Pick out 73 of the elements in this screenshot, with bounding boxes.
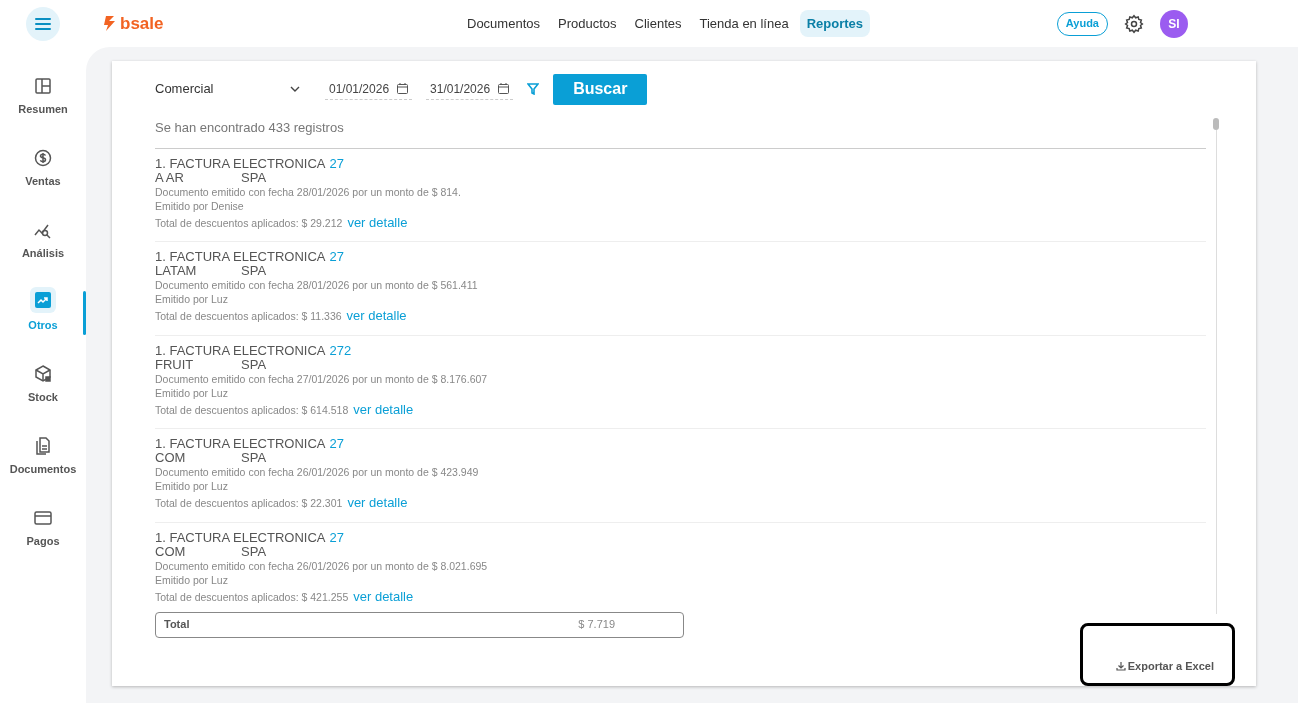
sidebar-item[interactable]: Documentos — [0, 435, 86, 479]
logo-text: bsale — [120, 12, 164, 35]
issuer-text: Emitido por Luz — [155, 385, 229, 400]
document-detail: Documento emitido con fecha 28/01/2026 por un monto de $ 561.411 — [155, 278, 479, 292]
document-number: 272 — [329, 343, 352, 358]
client-name: FRUIT — [155, 357, 195, 372]
client-name-suffix: SPA — [241, 170, 267, 185]
document-detail: Documento emitido con fecha 27/01/2026 por un monto de $ 8.176.607 — [155, 371, 489, 386]
export-button[interactable]: Exportar a Excel — [1115, 657, 1214, 674]
sidebar-item[interactable]: Pagos — [0, 507, 86, 551]
issuer-text: Emitido por Luz — [155, 292, 229, 306]
date-from-field[interactable]: 01/01/2026 — [325, 78, 413, 100]
document-title: 1. FACTURA ELECTRONICA — [155, 250, 326, 264]
calendar-icon — [498, 83, 510, 94]
user-avatar[interactable]: SI — [1160, 9, 1188, 38]
nav-link[interactable]: Tienda en línea — [692, 10, 796, 37]
issuer-text: Emitido por Luz — [155, 479, 229, 493]
sidebar-item[interactable]: Stock — [0, 363, 86, 407]
sidebar-item[interactable]: Ventas — [0, 147, 86, 191]
card-icon — [33, 508, 53, 528]
result-count: Se han encontrado 433 registros — [155, 118, 1206, 149]
box-icon — [33, 364, 53, 384]
discount-total: Total de descuentos aplicados: $ 421.255 — [155, 589, 349, 604]
client-name: COM — [155, 544, 187, 559]
chevron-down-icon — [290, 86, 300, 92]
document-number: 27 — [329, 530, 344, 545]
document-number: 27 — [329, 437, 344, 451]
sidebar-item[interactable]: Análisis — [0, 219, 86, 263]
document-title: 1. FACTURA ELECTRONICA — [155, 156, 326, 171]
scrollbar[interactable] — [1212, 118, 1220, 614]
nav-link[interactable]: Clientes — [627, 10, 689, 37]
document-title: 1. FACTURA ELECTRONICA — [155, 530, 326, 545]
document-number: 27 — [329, 250, 344, 264]
document-title: 1. FACTURA ELECTRONICA — [155, 343, 326, 358]
filter-icon[interactable] — [527, 83, 540, 95]
total-label: Total — [164, 617, 190, 632]
settings-icon[interactable] — [1124, 13, 1144, 34]
document-detail: Documento emitido con fecha 26/01/2026 por un monto de $ 423.949 — [155, 465, 480, 479]
chart-icon — [33, 290, 53, 310]
document-detail: Documento emitido con fecha 26/01/2026 por un monto de $ 8.021.695 — [155, 558, 489, 573]
client-name: COM — [155, 451, 187, 465]
docs-icon — [33, 436, 53, 456]
total-value: $ 7.719 — [578, 617, 615, 632]
client-name: LATAM — [155, 264, 198, 278]
discount-total: Total de descuentos aplicados: $ 29.212 — [155, 215, 343, 230]
layout-icon — [33, 76, 53, 96]
active-indicator — [83, 291, 86, 335]
document-detail: Documento emitido con fecha 28/01/2026 por un monto de $ 814. — [155, 184, 462, 199]
calendar-icon — [397, 83, 409, 94]
nav-link[interactable]: Documentos — [460, 10, 547, 37]
download-icon — [1115, 660, 1126, 671]
client-name: A AR — [155, 170, 185, 185]
nav-link[interactable]: Reportes — [799, 10, 870, 37]
sidebar-item[interactable]: Resumen — [0, 75, 86, 119]
menu-button[interactable] — [26, 6, 60, 41]
client-name-suffix: SPA — [241, 544, 267, 559]
discount-total: Total de descuentos aplicados: $ 22.301 — [155, 496, 343, 510]
discount-total: Total de descuentos aplicados: $ 11.336 — [155, 309, 342, 323]
client-name-suffix: SPA — [241, 264, 267, 278]
issuer-text: Emitido por Denise — [155, 198, 245, 213]
client-name-suffix: SPA — [241, 357, 267, 372]
client-name-suffix: SPA — [241, 451, 267, 465]
select-value: Comercial — [155, 80, 214, 99]
date-to-field[interactable]: 31/01/2026 — [426, 78, 514, 100]
logo-icon — [103, 15, 116, 32]
nav-link[interactable]: Productos — [551, 10, 624, 37]
issuer-text: Emitido por Luz — [155, 572, 229, 587]
dollar-icon — [33, 148, 53, 168]
discount-total: Total de descuentos aplicados: $ 614.518 — [155, 402, 349, 417]
menu-icon — [35, 17, 51, 30]
document-title: 1. FACTURA ELECTRONICA — [155, 437, 326, 451]
report-type-select[interactable]: Comercial — [155, 79, 300, 99]
document-number: 27 — [329, 156, 344, 171]
